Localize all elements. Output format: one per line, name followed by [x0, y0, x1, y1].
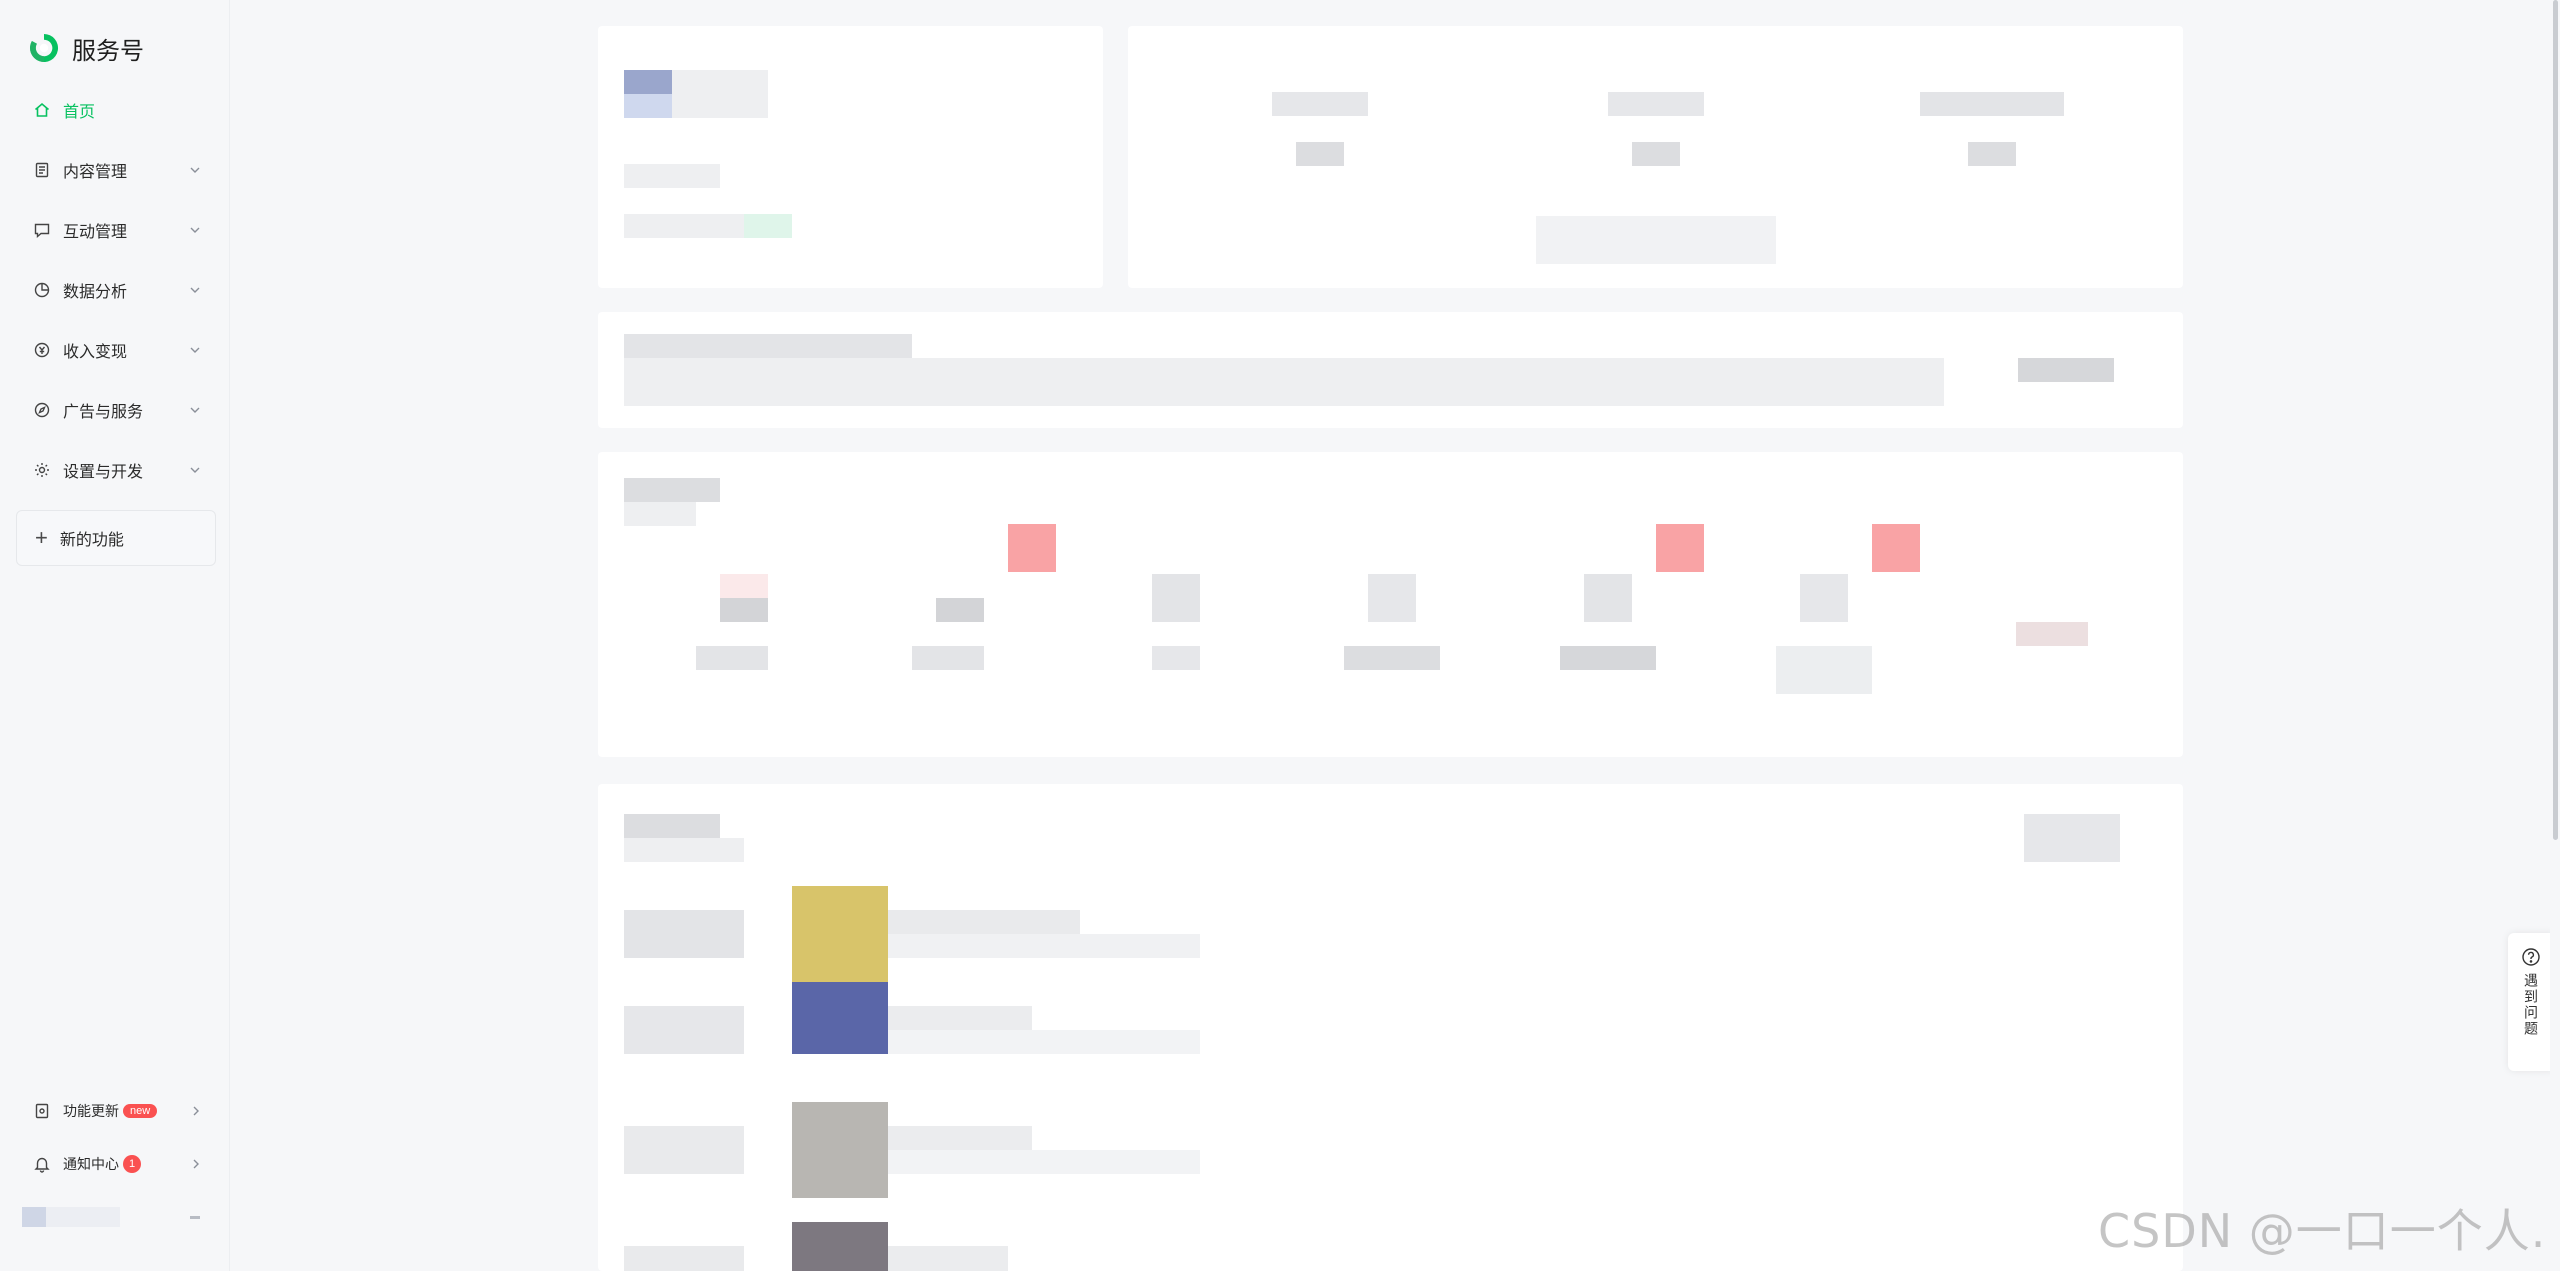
section-subtitle-blurred — [624, 502, 696, 526]
list-item-title-blurred[interactable] — [888, 910, 1080, 934]
help-label: 遇到问题 — [2523, 973, 2539, 1037]
notice-action-blurred[interactable] — [2018, 358, 2114, 382]
metric-value-blurred — [1368, 574, 1416, 622]
list-item-meta-blurred — [888, 1150, 1200, 1174]
metric-trend-up-blurred — [1872, 524, 1920, 572]
list-item-date-blurred — [624, 1126, 744, 1174]
help-float-button[interactable]: 遇到问题 — [2508, 933, 2554, 1071]
list-item-title-blurred[interactable] — [888, 1006, 1032, 1030]
page-scrollbar-thumb[interactable] — [2553, 0, 2558, 840]
stat-label-blurred — [1920, 92, 2064, 116]
list-item-date-blurred — [624, 910, 744, 958]
metric-value-blurred — [1584, 574, 1632, 622]
recent-content-card — [598, 784, 2183, 1271]
notice-title-blurred — [624, 334, 912, 358]
list-item-date-blurred — [624, 1006, 744, 1054]
account-avatar-lower — [624, 94, 672, 118]
overview-stats-card — [1128, 26, 2183, 288]
metric-value-blurred — [936, 598, 984, 622]
list-item-date-blurred — [624, 1246, 744, 1271]
section-title-blurred — [624, 814, 720, 838]
list-item-meta-blurred — [888, 934, 1200, 958]
account-avatar — [624, 70, 672, 94]
main-content — [0, 0, 2560, 1271]
verified-tag-blurred — [744, 214, 792, 238]
metric-label-blurred — [1560, 646, 1656, 670]
stat-label-blurred — [1272, 92, 1368, 116]
more-data-link-blurred[interactable] — [2016, 622, 2088, 646]
section-title-blurred — [624, 478, 720, 502]
metric-value-blurred — [1152, 574, 1200, 622]
metric-trend-blurred — [720, 574, 768, 598]
stat-value-blurred — [1632, 142, 1680, 166]
list-item-cover[interactable] — [792, 1222, 888, 1271]
section-subtitle-blurred — [624, 838, 744, 862]
notice-body-blurred — [624, 358, 1944, 406]
metric-label-blurred — [1776, 646, 1872, 694]
metric-trend-up-blurred — [1656, 524, 1704, 572]
metric-trend-up-blurred — [1008, 524, 1056, 572]
metric-label-blurred — [1344, 646, 1440, 670]
account-info-card — [598, 26, 1103, 288]
stats-note-blurred — [1536, 216, 1776, 264]
list-item-cover[interactable] — [792, 886, 888, 982]
stat-value-blurred — [1968, 142, 2016, 166]
data-overview-card — [598, 452, 2183, 757]
metric-value-blurred — [1800, 574, 1848, 622]
help-circle-icon — [2522, 948, 2540, 966]
list-item-title-blurred[interactable] — [888, 1246, 1008, 1271]
metric-label-blurred — [696, 646, 768, 670]
list-item-cover[interactable] — [792, 1102, 888, 1198]
list-item-meta-blurred — [888, 1030, 1200, 1054]
account-id-blurred — [624, 164, 720, 188]
list-item-title-blurred[interactable] — [888, 1126, 1032, 1150]
list-item-cover[interactable] — [792, 982, 888, 1054]
metric-value-blurred — [720, 598, 768, 622]
metric-label-blurred — [1152, 646, 1200, 670]
watermark-text: CSDN @一口一个人. — [2098, 1204, 2547, 1258]
account-name-blurred — [672, 70, 768, 118]
stat-value-blurred — [1296, 142, 1344, 166]
stat-label-blurred — [1608, 92, 1704, 116]
metric-label-blurred — [912, 646, 984, 670]
view-all-link-blurred[interactable] — [2024, 814, 2120, 862]
notice-banner — [598, 312, 2183, 428]
